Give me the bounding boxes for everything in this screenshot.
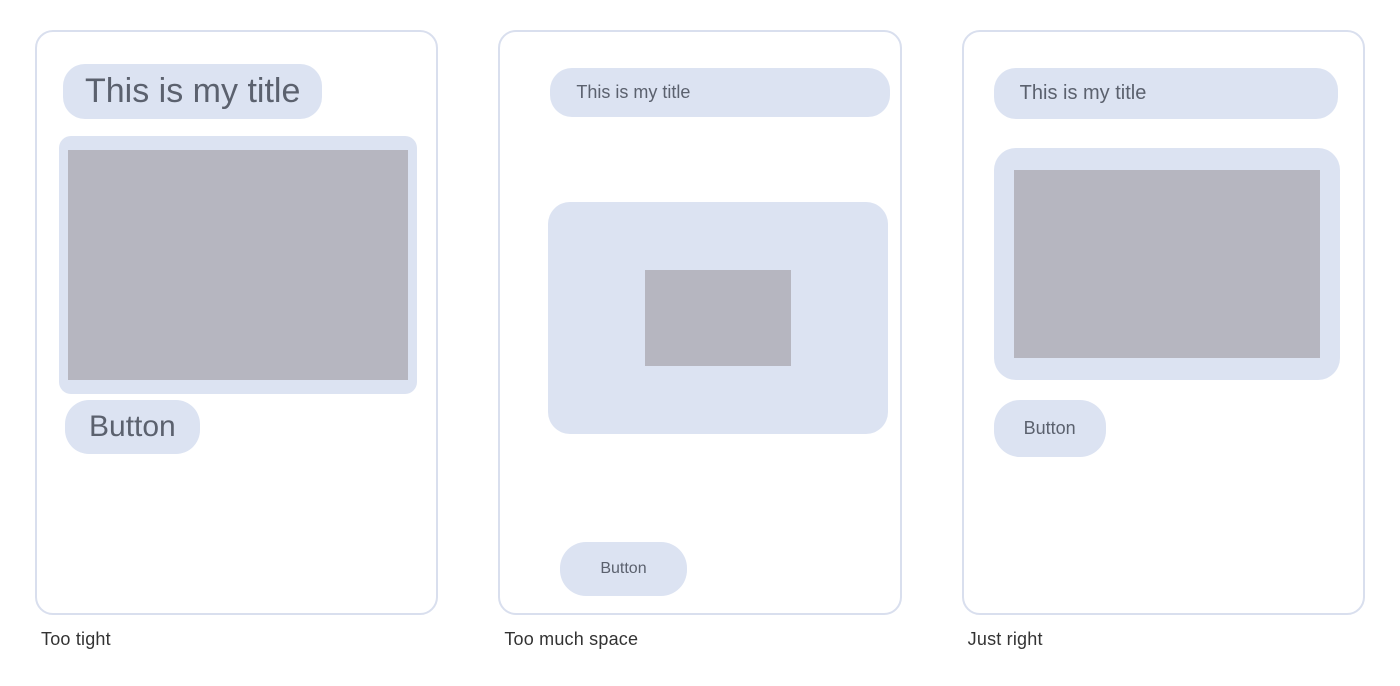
image-placeholder-outer bbox=[994, 148, 1340, 380]
spacing-example-just-right: This is my title Button Just right bbox=[962, 30, 1365, 656]
example-caption: Too tight bbox=[41, 629, 438, 650]
spacing-example-too-tight: This is my title Button Too tight bbox=[35, 30, 438, 656]
title-placeholder: This is my title bbox=[63, 64, 322, 119]
title-text: This is my title bbox=[1020, 82, 1147, 105]
example-caption: Just right bbox=[968, 629, 1365, 650]
title-placeholder: This is my title bbox=[994, 68, 1338, 119]
button-label: Button bbox=[89, 410, 176, 444]
title-text: This is my title bbox=[576, 82, 690, 103]
spacing-example-too-much-space: This is my title Button Too much space bbox=[498, 30, 901, 656]
image-placeholder-outer bbox=[548, 202, 888, 434]
device-frame: This is my title Button bbox=[498, 30, 901, 615]
device-frame: This is my title Button bbox=[962, 30, 1365, 615]
image-placeholder-inner bbox=[645, 270, 791, 366]
title-placeholder: This is my title bbox=[550, 68, 890, 117]
button-label: Button bbox=[600, 560, 646, 578]
device-frame: This is my title Button bbox=[35, 30, 438, 615]
image-placeholder-outer bbox=[59, 136, 417, 394]
image-placeholder-inner bbox=[1014, 170, 1320, 358]
button-placeholder: Button bbox=[994, 400, 1106, 457]
title-text: This is my title bbox=[85, 72, 300, 111]
button-placeholder: Button bbox=[65, 400, 200, 454]
image-placeholder-inner bbox=[68, 150, 408, 380]
example-caption: Too much space bbox=[504, 629, 901, 650]
button-placeholder: Button bbox=[560, 542, 686, 596]
button-label: Button bbox=[1024, 418, 1076, 439]
